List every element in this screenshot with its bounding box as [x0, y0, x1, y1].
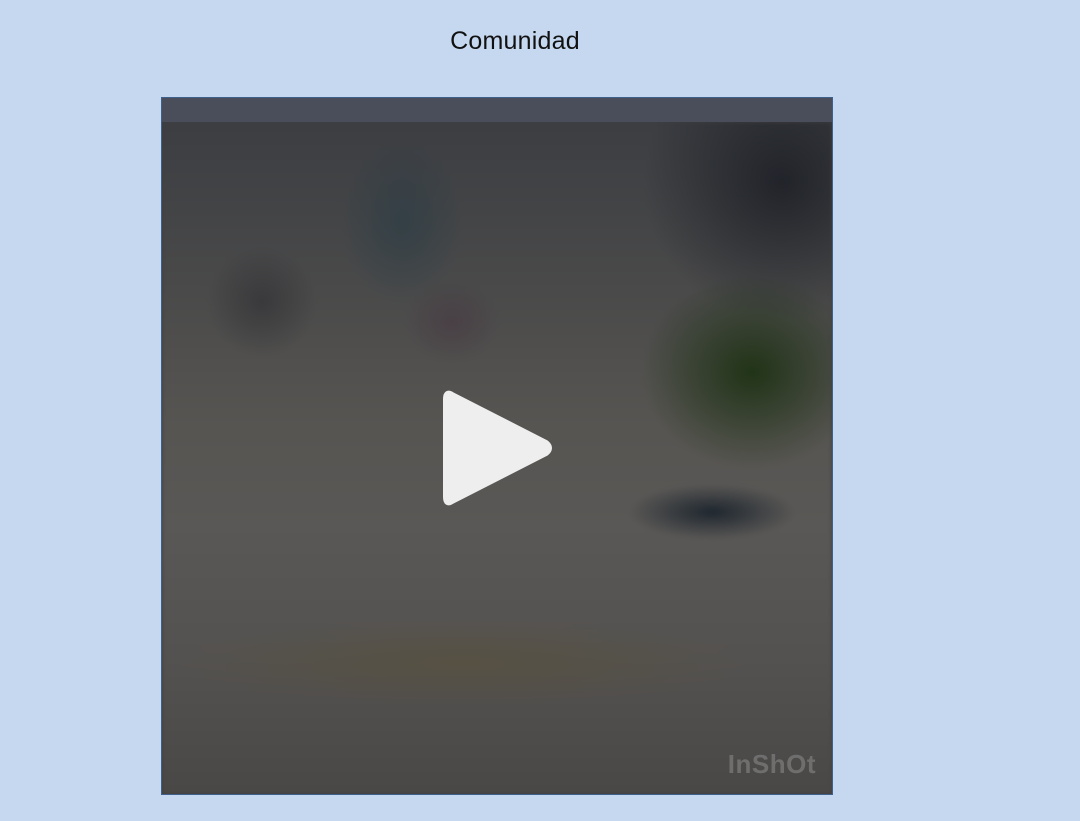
play-button[interactable] — [438, 383, 558, 513]
video-player[interactable]: InShOt — [161, 97, 833, 795]
watermark-text: InShOt — [727, 749, 816, 779]
page-title: Comunidad — [450, 27, 580, 55]
play-icon — [443, 390, 552, 506]
video-player-topbar — [162, 98, 832, 122]
page: Comunidad InShOt — [0, 0, 1080, 821]
